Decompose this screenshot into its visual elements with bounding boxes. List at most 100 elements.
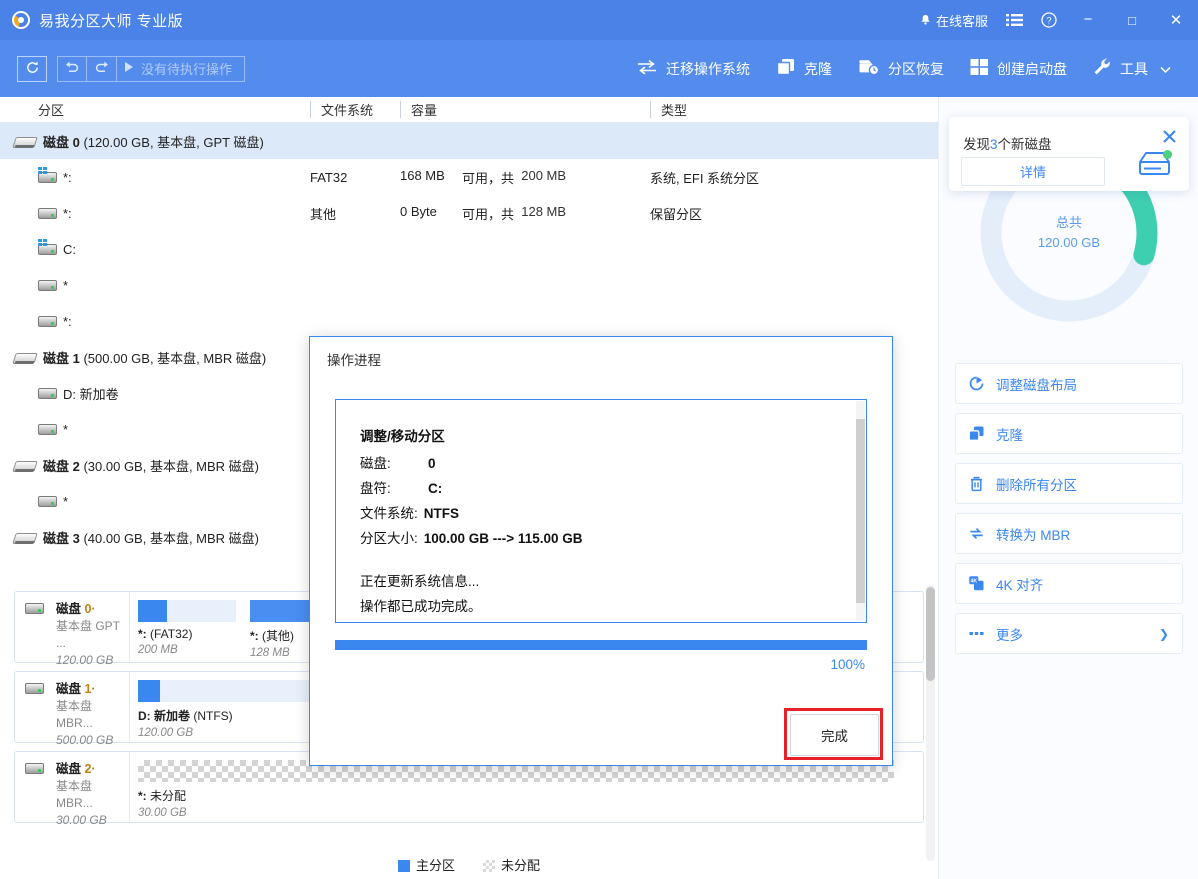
svg-text:4K: 4K [970,578,977,584]
refresh-button[interactable] [17,56,47,82]
migrate-os-label: 迁移操作系统 [666,59,750,79]
resize-disk-layout-icon [956,375,996,392]
maximize-button[interactable]: □ [1110,0,1154,40]
donut-center-text: 总共 120.00 GB [1038,213,1100,253]
log-key-filesystem: 文件系统: [360,501,418,526]
4k-align-icon: 4K [956,575,996,592]
partition-recovery-label: 分区恢复 [888,59,944,79]
action-label: 更多 [996,624,1023,644]
dialog-title: 操作进程 [327,349,381,369]
action-label: 4K 对齐 [996,574,1043,594]
redo-button[interactable] [87,56,117,82]
convert-mbr-icon [956,525,996,542]
clone-icon [956,425,996,442]
online-support-button[interactable]: 在线客服 [910,0,997,40]
minimize-button[interactable]: − [1066,0,1110,40]
create-bootable-disk-label: 创建启动盘 [997,59,1067,79]
clone-icon [776,58,796,79]
disk-usage-donut: 已用空间 35.40 GB 总共 120.00 GB 发现3个新磁盘 详情 [939,105,1198,360]
migrate-os-icon [636,59,658,78]
modal-overlay: 操作进程 调整/移动分区 磁盘: 0 盘符: C: 文件系统: NTFS 分区大… [0,97,938,879]
migrate-os-button[interactable]: 迁移操作系统 [623,53,763,85]
log-value-filesystem: NTFS [418,501,459,526]
clone-button[interactable]: 克隆 [763,52,845,85]
online-support-label: 在线客服 [936,11,988,30]
log-scrollbar-thumb[interactable] [856,419,865,603]
help-button[interactable]: ? [1032,0,1066,40]
close-icon[interactable] [1162,129,1177,148]
wrench-icon [1093,58,1112,79]
tools-menu-label: 工具 [1120,59,1148,79]
detail-button[interactable]: 详情 [961,157,1105,186]
operation-log-content: 调整/移动分区 磁盘: 0 盘符: C: 文件系统: NTFS 分区大小: 10… [336,400,866,619]
right-sidebar: 已用空间 35.40 GB 总共 120.00 GB 发现3个新磁盘 详情 [938,97,1198,879]
log-spacer [360,551,866,569]
action-4k-align[interactable]: 4K 4K 对齐 [955,563,1183,604]
action-resize-disk-layout[interactable]: 调整磁盘布局 [955,363,1183,404]
more-dots-icon [956,625,996,642]
log-value-disk: 0 [422,451,436,476]
log-key-partition-size: 分区大小: [360,526,418,551]
operation-log-box: 调整/移动分区 磁盘: 0 盘符: C: 文件系统: NTFS 分区大小: 10… [335,399,867,623]
action-label: 转换为 MBR [996,524,1070,544]
log-row-drive-letter: 盘符: C: [360,476,866,501]
minimize-icon: − [1084,15,1093,25]
right-action-list: 调整磁盘布局克隆删除所有分区转换为 MBR 4K 4K 对齐更多❯ [955,363,1183,663]
action-clone[interactable]: 克隆 [955,413,1183,454]
notif-text-before: 发现 [963,137,990,152]
notif-text-after: 个新磁盘 [998,137,1052,152]
action-label: 调整磁盘布局 [996,374,1077,394]
detail-button-label: 详情 [1020,162,1046,181]
play-icon [124,61,135,76]
clone-label: 克隆 [804,59,832,79]
partition-recovery-button[interactable]: 分区恢复 [845,52,957,85]
action-label: 删除所有分区 [996,474,1077,494]
progress-bar-fill [335,640,867,650]
undo-icon [64,60,80,77]
pending-operations-label: 没有待执行操作 [141,59,232,78]
new-disk-notification: 发现3个新磁盘 详情 [949,117,1189,191]
log-key-drive-letter: 盘符: [360,476,422,501]
donut-total-value: 120.00 GB [1038,233,1100,253]
action-more-dots[interactable]: 更多❯ [955,613,1183,654]
log-row-disk: 磁盘: 0 [360,451,866,476]
notif-count: 3 [990,137,998,152]
progress-bar-track [335,640,867,650]
action-trash[interactable]: 删除所有分区 [955,463,1183,504]
new-disk-notification-title: 发现3个新磁盘 [963,133,1052,153]
trash-icon [956,475,996,492]
title-bar-actions: 在线客服 ? − □ ✕ [910,0,1198,40]
tools-menu-button[interactable]: 工具 [1080,52,1184,85]
undo-button[interactable] [57,56,87,82]
log-status-updating: 正在更新系统信息... [360,569,866,594]
progress-percent-label: 100% [830,657,865,672]
help-icon: ? [1041,12,1057,28]
maximize-icon: □ [1128,13,1136,28]
action-convert-mbr[interactable]: 转换为 MBR [955,513,1183,554]
log-value-drive-letter: C: [422,476,442,501]
main-toolbar: 没有待执行操作 迁移操作系统 克隆 [0,40,1198,97]
partition-recovery-icon [858,58,880,79]
log-scrollbar[interactable] [856,401,865,621]
pending-operations-indicator: 没有待执行操作 [117,56,245,82]
create-bootable-disk-button[interactable]: 创建启动盘 [957,52,1080,85]
refresh-icon [25,60,40,78]
new-disk-icon [1135,149,1175,184]
donut-total-label: 总共 [1038,213,1100,233]
log-key-disk: 磁盘: [360,451,422,476]
close-button[interactable]: ✕ [1154,0,1198,40]
chevron-down-icon [1160,61,1171,77]
log-row-partition-size: 分区大小: 100.00 GB ---> 115.00 GB [360,526,866,551]
app-logo-icon [12,11,30,29]
support-bell-icon [919,14,932,27]
finish-button[interactable]: 完成 [790,714,879,756]
history-button-group: 没有待执行操作 [17,56,245,82]
menu-button[interactable] [997,0,1032,40]
action-label: 克隆 [996,424,1023,444]
svg-text:?: ? [1046,16,1051,26]
finish-button-label: 完成 [821,725,848,745]
log-value-partition-size: 100.00 GB ---> 115.00 GB [418,526,583,551]
title-bar: 易我分区大师 专业版 在线客服 ? − □ [0,0,1198,40]
create-bootable-disk-icon [970,58,989,79]
redo-icon [94,60,110,77]
